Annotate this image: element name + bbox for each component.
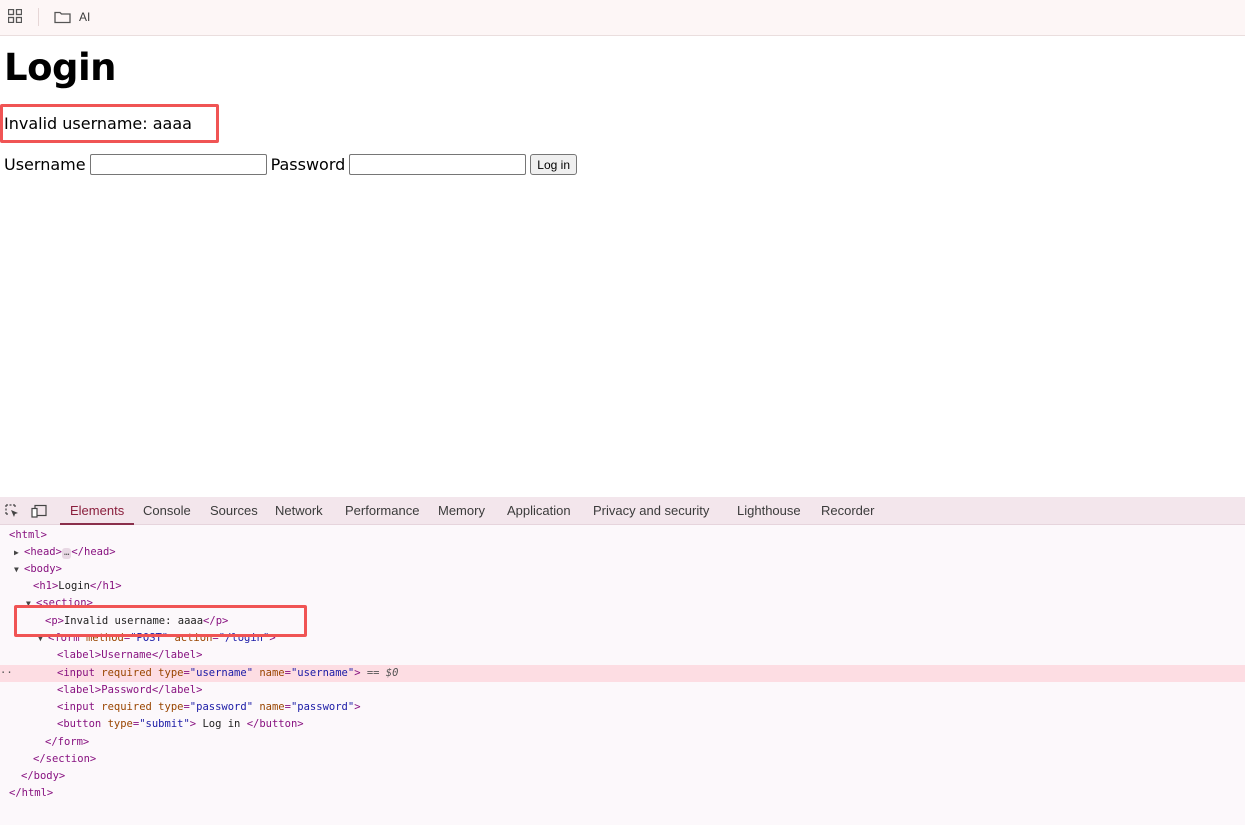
tab-sources[interactable]: Sources [210, 497, 258, 525]
tab-memory[interactable]: Memory [438, 497, 485, 525]
dom-node-label-username[interactable]: <label>Username</label> [0, 647, 1245, 664]
bookmarks-separator [38, 8, 39, 26]
dom-node-form-close[interactable]: </form> [0, 734, 1245, 751]
highlight-annotation-error [0, 104, 219, 143]
tab-application[interactable]: Application [507, 497, 571, 525]
page-title: Login [4, 46, 117, 89]
password-input[interactable] [349, 154, 527, 175]
dom-node-input-username-selected[interactable]: ·· <input required type="username" name="… [0, 665, 1245, 682]
highlight-annotation-p-node [14, 605, 307, 637]
tab-privacy-and-security[interactable]: Privacy and security [593, 497, 709, 525]
collapsed-content-ellipsis[interactable]: … [61, 548, 72, 559]
devtools-panel: Elements Console Sources Network Perform… [0, 497, 1245, 825]
dom-node-body-close[interactable]: </body> [0, 768, 1245, 785]
login-button[interactable]: Log in [530, 154, 577, 175]
dom-node-head[interactable]: ▶ <head>… </head> [0, 544, 1245, 561]
tab-network[interactable]: Network [275, 497, 323, 525]
password-label: Password [270, 155, 346, 174]
tab-elements[interactable]: Elements [59, 497, 135, 525]
device-toolbar-icon[interactable] [31, 503, 47, 519]
dom-node-html[interactable]: <html> [0, 527, 1245, 544]
tab-performance[interactable]: Performance [345, 497, 419, 525]
more-actions-icon[interactable]: ·· [0, 665, 13, 682]
page-content: Login Invalid username: aaaa Username Pa… [0, 36, 1245, 497]
collapse-arrow-icon[interactable]: ▼ [14, 561, 24, 578]
username-input[interactable] [89, 154, 267, 175]
dom-node-button[interactable]: <button type="submit"> Log in </button> [0, 716, 1245, 733]
username-label: Username [4, 155, 86, 174]
dom-node-section-close[interactable]: </section> [0, 751, 1245, 768]
login-form: Username Password Log in [4, 154, 577, 175]
selected-node-marker: == $0 [366, 667, 399, 679]
bookmark-folder-ai[interactable]: AI [54, 8, 90, 26]
dom-node-h1[interactable]: <h1>Login</h1> [0, 578, 1245, 595]
tab-recorder[interactable]: Recorder [821, 497, 874, 525]
bookmarks-bar: AI [0, 0, 1245, 36]
dom-node-html-close[interactable]: </html> [0, 785, 1245, 802]
devtools-tab-bar: Elements Console Sources Network Perform… [0, 497, 1245, 525]
folder-icon [54, 11, 71, 24]
tab-console[interactable]: Console [143, 497, 191, 525]
expand-arrow-icon[interactable]: ▶ [14, 544, 24, 561]
tab-lighthouse[interactable]: Lighthouse [737, 497, 801, 525]
dom-node-input-password[interactable]: <input required type="password" name="pa… [0, 699, 1245, 716]
apps-grid-icon[interactable] [8, 9, 22, 23]
inspect-element-icon[interactable] [4, 503, 20, 519]
bookmark-folder-label: AI [79, 10, 91, 24]
dom-tree: <html> ▶ <head>… </head> ▼ <body> <h1>Login… [0, 525, 1245, 825]
dom-node-label-password[interactable]: <label>Password</label> [0, 682, 1245, 699]
dom-node-body[interactable]: ▼ <body> [0, 561, 1245, 578]
